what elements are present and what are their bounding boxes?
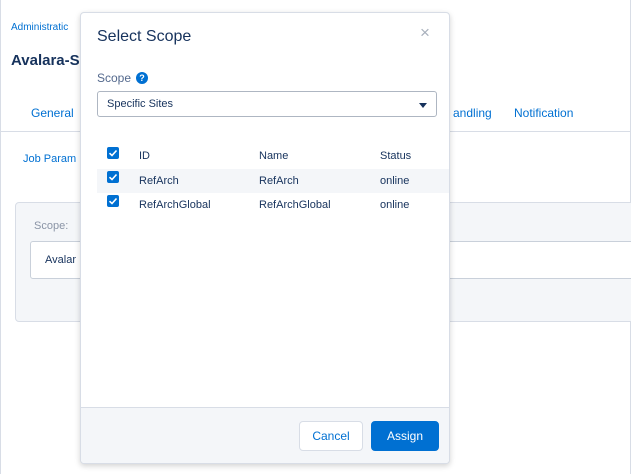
cancel-button[interactable]: Cancel xyxy=(299,421,363,451)
close-icon[interactable]: × xyxy=(415,23,435,43)
table-header-row: ID Name Status xyxy=(97,145,449,169)
modal-header: Select Scope × xyxy=(81,13,449,63)
checkbox-checked-icon xyxy=(108,197,118,205)
scope-select-value: Specific Sites xyxy=(107,98,174,110)
scope-select[interactable]: Specific Sites xyxy=(97,91,437,117)
select-all-checkbox[interactable] xyxy=(107,147,119,159)
select-scope-modal: Select Scope × Scope ? Specific Sites ID… xyxy=(80,12,450,464)
sites-table: ID Name Status RefArch RefArch online Re… xyxy=(97,145,449,217)
column-header-id: ID xyxy=(139,150,150,162)
cell-status: online xyxy=(380,199,410,211)
scope-panel-label: Scope: xyxy=(34,220,69,232)
cell-name: RefArch xyxy=(259,175,299,187)
cell-id: RefArch xyxy=(139,175,179,187)
cell-name: RefArchGlobal xyxy=(259,199,331,211)
checkbox-checked-icon xyxy=(108,149,118,157)
tab-general[interactable]: General xyxy=(31,106,74,120)
breadcrumb[interactable]: Administratic xyxy=(11,22,68,33)
checkbox-checked-icon xyxy=(108,173,118,181)
cell-id: RefArchGlobal xyxy=(139,199,211,211)
chevron-down-icon xyxy=(419,103,427,108)
row-checkbox[interactable] xyxy=(107,195,119,207)
row-checkbox[interactable] xyxy=(107,171,119,183)
scope-panel-value: Avalar xyxy=(45,254,76,266)
scope-label-row: Scope ? xyxy=(97,70,149,86)
scope-label: Scope xyxy=(97,71,132,85)
column-header-status: Status xyxy=(380,150,412,162)
table-row[interactable]: RefArchGlobal RefArchGlobal online xyxy=(97,193,449,217)
page-title: Avalara-S xyxy=(11,52,80,69)
tab-error-handling[interactable]: andling xyxy=(453,106,492,120)
cell-status: online xyxy=(380,175,410,187)
tab-notification[interactable]: Notification xyxy=(514,106,573,120)
modal-footer: Cancel Assign xyxy=(81,407,449,463)
column-header-name: Name xyxy=(259,150,289,162)
job-parameters-link[interactable]: Job Param xyxy=(23,153,76,165)
modal-title: Select Scope xyxy=(97,28,192,45)
assign-button[interactable]: Assign xyxy=(371,421,439,451)
table-row[interactable]: RefArch RefArch online xyxy=(97,169,449,193)
help-icon[interactable]: ? xyxy=(136,72,149,84)
